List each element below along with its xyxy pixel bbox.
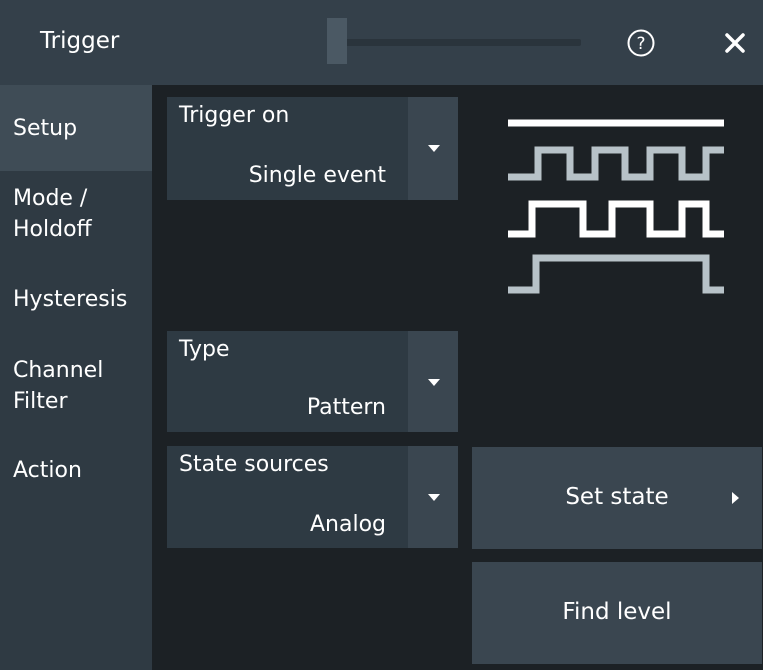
state-sources-label: State sources [179, 452, 329, 477]
help-icon[interactable]: ? [626, 28, 656, 58]
chevron-down-icon [428, 379, 440, 386]
type-value: Pattern [306, 395, 386, 420]
waveform-line-gray-slow [508, 254, 724, 294]
find-level-button[interactable]: Find level [472, 562, 762, 664]
sidebar-item-label: Action [13, 458, 82, 483]
transparency-slider-track[interactable] [327, 39, 581, 46]
pattern-waveform-illustration [508, 119, 724, 294]
state-sources-dropdown-button[interactable] [408, 446, 458, 548]
sidebar-item-label: Mode / Holdoff [13, 186, 92, 242]
sidebar: Setup Mode / Holdoff Hysteresis Channel … [0, 85, 152, 670]
set-state-button[interactable]: Set state [472, 447, 762, 549]
trigger-on-value: Single event [248, 163, 386, 188]
chevron-down-icon [428, 145, 440, 152]
transparency-slider-thumb[interactable] [327, 18, 347, 64]
chevron-down-icon [428, 494, 440, 501]
type-label: Type [179, 337, 230, 362]
trigger-on-dropdown[interactable]: Trigger on Single event [167, 97, 458, 200]
triangle-right-icon [732, 492, 739, 504]
sidebar-item-setup[interactable]: Setup [0, 85, 152, 171]
window-title: Trigger [40, 28, 120, 54]
waveform-line-white [508, 200, 724, 238]
title-bar: Trigger ? [0, 0, 763, 85]
waveform-line-gray-fast [508, 146, 724, 181]
sidebar-divider [152, 85, 155, 670]
trigger-on-label: Trigger on [179, 103, 290, 128]
state-sources-value: Analog [309, 512, 386, 537]
type-dropdown-button[interactable] [408, 331, 458, 432]
close-icon[interactable] [721, 29, 749, 57]
state-sources-dropdown[interactable]: State sources Analog [167, 446, 458, 548]
svg-text:?: ? [636, 34, 645, 54]
sidebar-item-channel-filter[interactable]: Channel Filter [0, 355, 152, 423]
trigger-on-dropdown-button[interactable] [408, 97, 458, 200]
find-level-label: Find level [562, 599, 672, 625]
sidebar-item-hysteresis[interactable]: Hysteresis [0, 284, 152, 318]
sidebar-item-label: Channel Filter [13, 358, 104, 414]
type-dropdown[interactable]: Type Pattern [167, 331, 458, 432]
sidebar-item-label: Hysteresis [13, 287, 128, 312]
sidebar-item-label: Setup [13, 116, 78, 141]
sidebar-item-action[interactable]: Action [0, 455, 152, 489]
sidebar-item-mode-holdoff[interactable]: Mode / Holdoff [0, 183, 152, 251]
set-state-label: Set state [565, 484, 669, 510]
